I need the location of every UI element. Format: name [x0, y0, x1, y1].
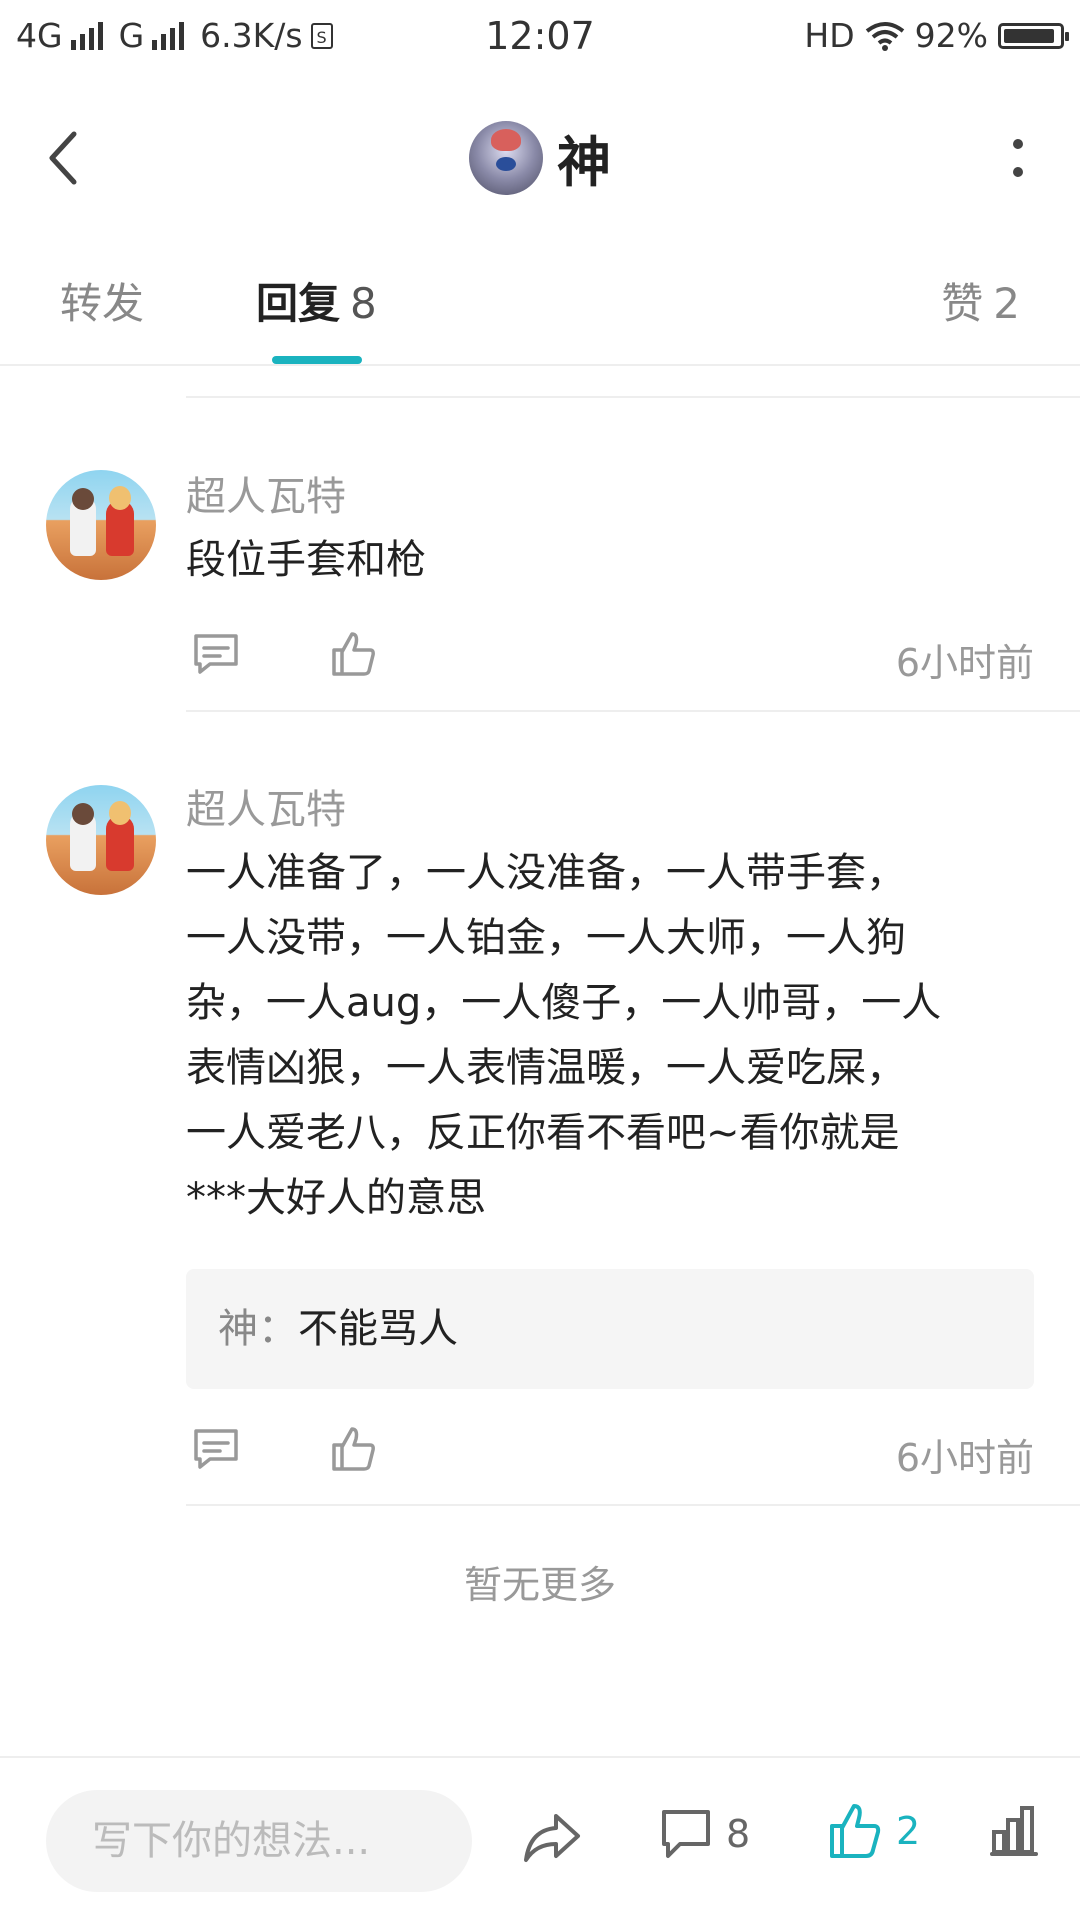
- hd-indicator: HD: [804, 16, 855, 55]
- comment-button[interactable]: 8: [660, 1806, 750, 1862]
- comment-author[interactable]: 超人瓦特: [186, 777, 346, 835]
- bar-chart-icon: [990, 1806, 1038, 1856]
- stats-button[interactable]: [988, 1802, 1038, 1858]
- divider: [186, 396, 1080, 398]
- no-more-text: 暂无更多: [463, 1563, 616, 1607]
- share-button[interactable]: [522, 1810, 582, 1866]
- status-right: HD 92%: [804, 16, 1069, 55]
- comment-text: 一人准备了，一人没准备，一人带手套， 一人没带，一人铂金，一人大师，一人狗 杂，…: [186, 850, 942, 1221]
- avatar[interactable]: [46, 785, 156, 895]
- tab-repost[interactable]: 转发: [60, 270, 144, 331]
- reply-icon[interactable]: [190, 628, 242, 680]
- tab-label: 转发: [60, 279, 145, 328]
- status-bar: 4G G 6.3K/s S 12:07 HD 92%: [0, 0, 1080, 76]
- avatar[interactable]: [46, 470, 156, 580]
- tab-count: 2: [993, 279, 1020, 328]
- comment-author[interactable]: 超人瓦特: [186, 464, 346, 522]
- bottom-bar: 8 2: [0, 1756, 1080, 1922]
- comment-time: 6小时前: [895, 641, 1034, 685]
- quoted-reply[interactable]: 神：不能骂人: [186, 1269, 1034, 1389]
- page-title: 神: [557, 131, 611, 194]
- reply-icon[interactable]: [190, 1423, 242, 1475]
- like-icon[interactable]: [328, 628, 380, 680]
- like-icon: [830, 1804, 881, 1858]
- battery-percent: 92%: [914, 16, 988, 55]
- header-title-group: 神: [0, 118, 1080, 197]
- comment-time: 6小时前: [895, 1436, 1034, 1480]
- divider: [186, 1504, 1080, 1506]
- like-count: 2: [896, 1809, 921, 1853]
- tab-likes[interactable]: 赞2: [941, 270, 1020, 331]
- tab-count: 8: [350, 279, 377, 328]
- comment-count: 8: [726, 1812, 751, 1856]
- battery-fill: [1004, 28, 1054, 43]
- more-vertical-icon[interactable]: [1012, 136, 1024, 180]
- battery-icon: [998, 22, 1069, 49]
- comment-icon: [662, 1810, 710, 1858]
- tab-bar: 转发 回复 8 赞2: [0, 240, 1080, 366]
- active-tab-indicator: [272, 356, 362, 364]
- wifi-icon: [865, 21, 904, 51]
- reply-text: 不能骂人: [298, 1306, 458, 1352]
- like-button[interactable]: 2: [828, 1802, 920, 1860]
- comment-input[interactable]: [46, 1790, 472, 1892]
- user-avatar[interactable]: [469, 120, 543, 195]
- tab-replies[interactable]: 回复 8: [256, 270, 377, 331]
- like-icon[interactable]: [328, 1423, 380, 1475]
- header: 神: [0, 90, 1080, 220]
- tab-label: 赞: [941, 279, 984, 328]
- divider: [186, 710, 1080, 712]
- tab-label: 回复: [256, 279, 341, 328]
- reply-author: 神：: [218, 1306, 298, 1352]
- comment-text: 段位手套和枪: [186, 537, 426, 583]
- share-icon: [524, 1814, 580, 1862]
